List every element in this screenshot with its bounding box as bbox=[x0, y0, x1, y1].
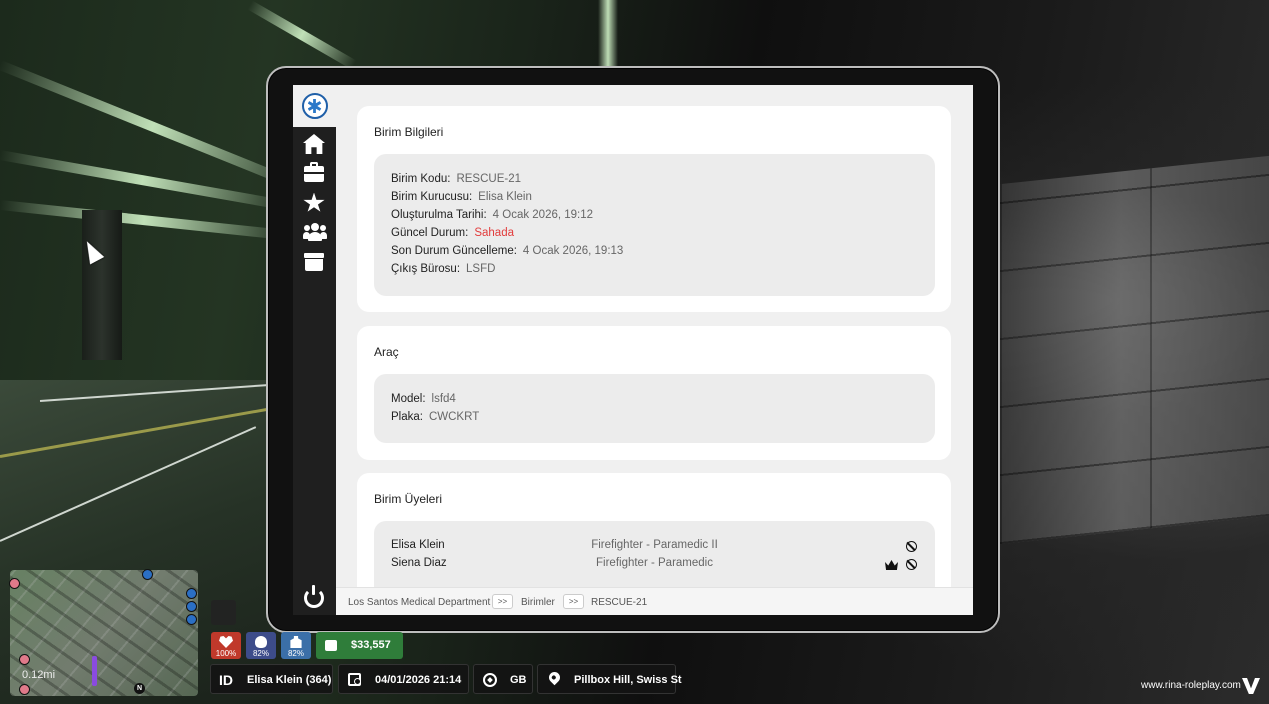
members-title: Birim Üyeleri bbox=[374, 492, 443, 506]
table-row: Elisa Klein Firefighter - Paramedic II bbox=[374, 539, 935, 557]
location-text: Pillbox Hill, Swiss St bbox=[574, 674, 682, 686]
main-content[interactable]: Birim Bilgileri Birim Kodu: RESCUE-21 Bir… bbox=[336, 85, 973, 587]
unit-info-card: Birim Bilgileri Birim Kodu: RESCUE-21 Bir… bbox=[357, 106, 951, 312]
region-pill: GB bbox=[473, 664, 533, 694]
unit-status-row: Güncel Durum: Sahada bbox=[391, 227, 514, 239]
sidebar-item-home[interactable] bbox=[303, 133, 325, 155]
minimap-blip bbox=[186, 588, 197, 599]
unit-code-row: Birim Kodu: RESCUE-21 bbox=[391, 173, 521, 185]
calendar-icon bbox=[348, 673, 361, 686]
player-name: Elisa Klein (364) bbox=[247, 674, 332, 686]
vehicle-plate-row: Plaka: CWCKRT bbox=[391, 411, 480, 423]
sidebar-logo[interactable] bbox=[293, 85, 336, 127]
unit-info-details: Birim Kodu: RESCUE-21 Birim Kurucusu: Elis… bbox=[374, 154, 935, 296]
minimap-blip bbox=[186, 601, 197, 612]
datetime-pill: 04/01/2026 21:14 bbox=[338, 664, 469, 694]
kick-member-button[interactable] bbox=[906, 541, 917, 552]
member-rank: Firefighter - Paramedic bbox=[596, 557, 713, 569]
health-stat: 100% bbox=[211, 632, 241, 659]
background-light-beam bbox=[598, 0, 618, 66]
star-icon bbox=[303, 192, 325, 212]
table-row: Siena Diaz Firefighter - Paramedic bbox=[374, 557, 935, 575]
food-icon bbox=[255, 636, 267, 648]
minimap-blip bbox=[19, 654, 30, 665]
location-pin-icon bbox=[546, 669, 563, 686]
heart-icon bbox=[219, 636, 233, 648]
minimap-player-dot bbox=[142, 569, 153, 580]
sidebar bbox=[293, 85, 336, 615]
sidebar-item-personnel[interactable] bbox=[303, 221, 327, 243]
wallet-icon bbox=[325, 640, 337, 651]
unit-status-updated-row: Son Durum Güncelleme: 4 Ocak 2026, 19:13 bbox=[391, 245, 624, 257]
breadcrumb-item[interactable]: Birimler bbox=[521, 597, 555, 608]
background-light-beam bbox=[247, 0, 357, 70]
breadcrumb-separator: >> bbox=[563, 594, 584, 609]
player-id-pill: ID Elisa Klein (364) bbox=[210, 664, 333, 694]
background-light-beam bbox=[0, 200, 289, 241]
datetime-text: 04/01/2026 21:14 bbox=[375, 674, 462, 686]
vehicle-model-row: Model: lsfd4 bbox=[391, 393, 456, 405]
minimap-altitude-bar bbox=[92, 656, 97, 686]
vehicle-details: Model: lsfd4 Plaka: CWCKRT bbox=[374, 374, 935, 443]
breadcrumb-item[interactable]: Los Santos Medical Department bbox=[348, 597, 490, 608]
breadcrumb-item: RESCUE-21 bbox=[591, 597, 648, 608]
region-text: GB bbox=[510, 674, 527, 686]
compass-icon bbox=[483, 673, 497, 687]
home-icon bbox=[303, 134, 325, 154]
briefcase-icon bbox=[304, 162, 324, 182]
breadcrumb-separator: >> bbox=[492, 594, 513, 609]
sidebar-item-favorites[interactable] bbox=[303, 192, 325, 214]
north-icon: N bbox=[134, 683, 145, 694]
unit-founder-row: Birim Kurucusu: Elisa Klein bbox=[391, 191, 532, 203]
status-badge: Sahada bbox=[474, 227, 514, 239]
unit-created-row: Oluşturulma Tarihi: 4 Ocak 2026, 19:12 bbox=[391, 209, 594, 221]
minimap-blip bbox=[9, 578, 20, 589]
kick-member-button[interactable] bbox=[906, 559, 917, 570]
server-logo-icon bbox=[1242, 678, 1260, 694]
breadcrumb: Los Santos Medical Department >> Birimle… bbox=[336, 587, 973, 615]
unit-office-row: Çıkış Bürosu: LSFD bbox=[391, 263, 496, 275]
vehicle-title: Araç bbox=[374, 345, 399, 359]
server-watermark: www.rina-roleplay.com bbox=[1141, 680, 1241, 691]
members-list: Elisa Klein Firefighter - Paramedic II S… bbox=[374, 521, 935, 587]
members-card: Birim Üyeleri Elisa Klein Firefighter - … bbox=[357, 473, 951, 587]
sidebar-item-archive[interactable] bbox=[303, 251, 325, 273]
minimap-distance: 0.12mi bbox=[22, 669, 56, 681]
ems-star-of-life-icon bbox=[301, 93, 328, 119]
sidebar-item-units[interactable] bbox=[303, 162, 325, 185]
money-display: $33,557 bbox=[316, 632, 403, 659]
hunger-stat: 82% bbox=[246, 632, 276, 659]
thirst-stat: 82% bbox=[281, 632, 311, 659]
background-light-beam bbox=[0, 60, 308, 194]
id-icon: ID bbox=[219, 672, 233, 688]
background-pillar bbox=[82, 210, 122, 360]
archive-icon bbox=[304, 253, 324, 271]
minimap-blip bbox=[19, 684, 30, 695]
users-icon bbox=[303, 223, 327, 241]
tablet-screen: Birim Bilgileri Birim Kodu: RESCUE-21 Bir… bbox=[293, 85, 973, 615]
minimap-blip bbox=[186, 614, 197, 625]
water-icon bbox=[290, 636, 302, 648]
member-rank: Firefighter - Paramedic II bbox=[591, 539, 718, 551]
location-pill: Pillbox Hill, Swiss St bbox=[537, 664, 682, 694]
power-button[interactable] bbox=[304, 585, 324, 608]
background-wall bbox=[1000, 155, 1269, 545]
unit-info-title: Birim Bilgileri bbox=[374, 125, 444, 139]
vehicle-card: Araç Model: lsfd4 Plaka: CWCKRT bbox=[357, 326, 951, 460]
voice-indicator bbox=[211, 600, 236, 625]
